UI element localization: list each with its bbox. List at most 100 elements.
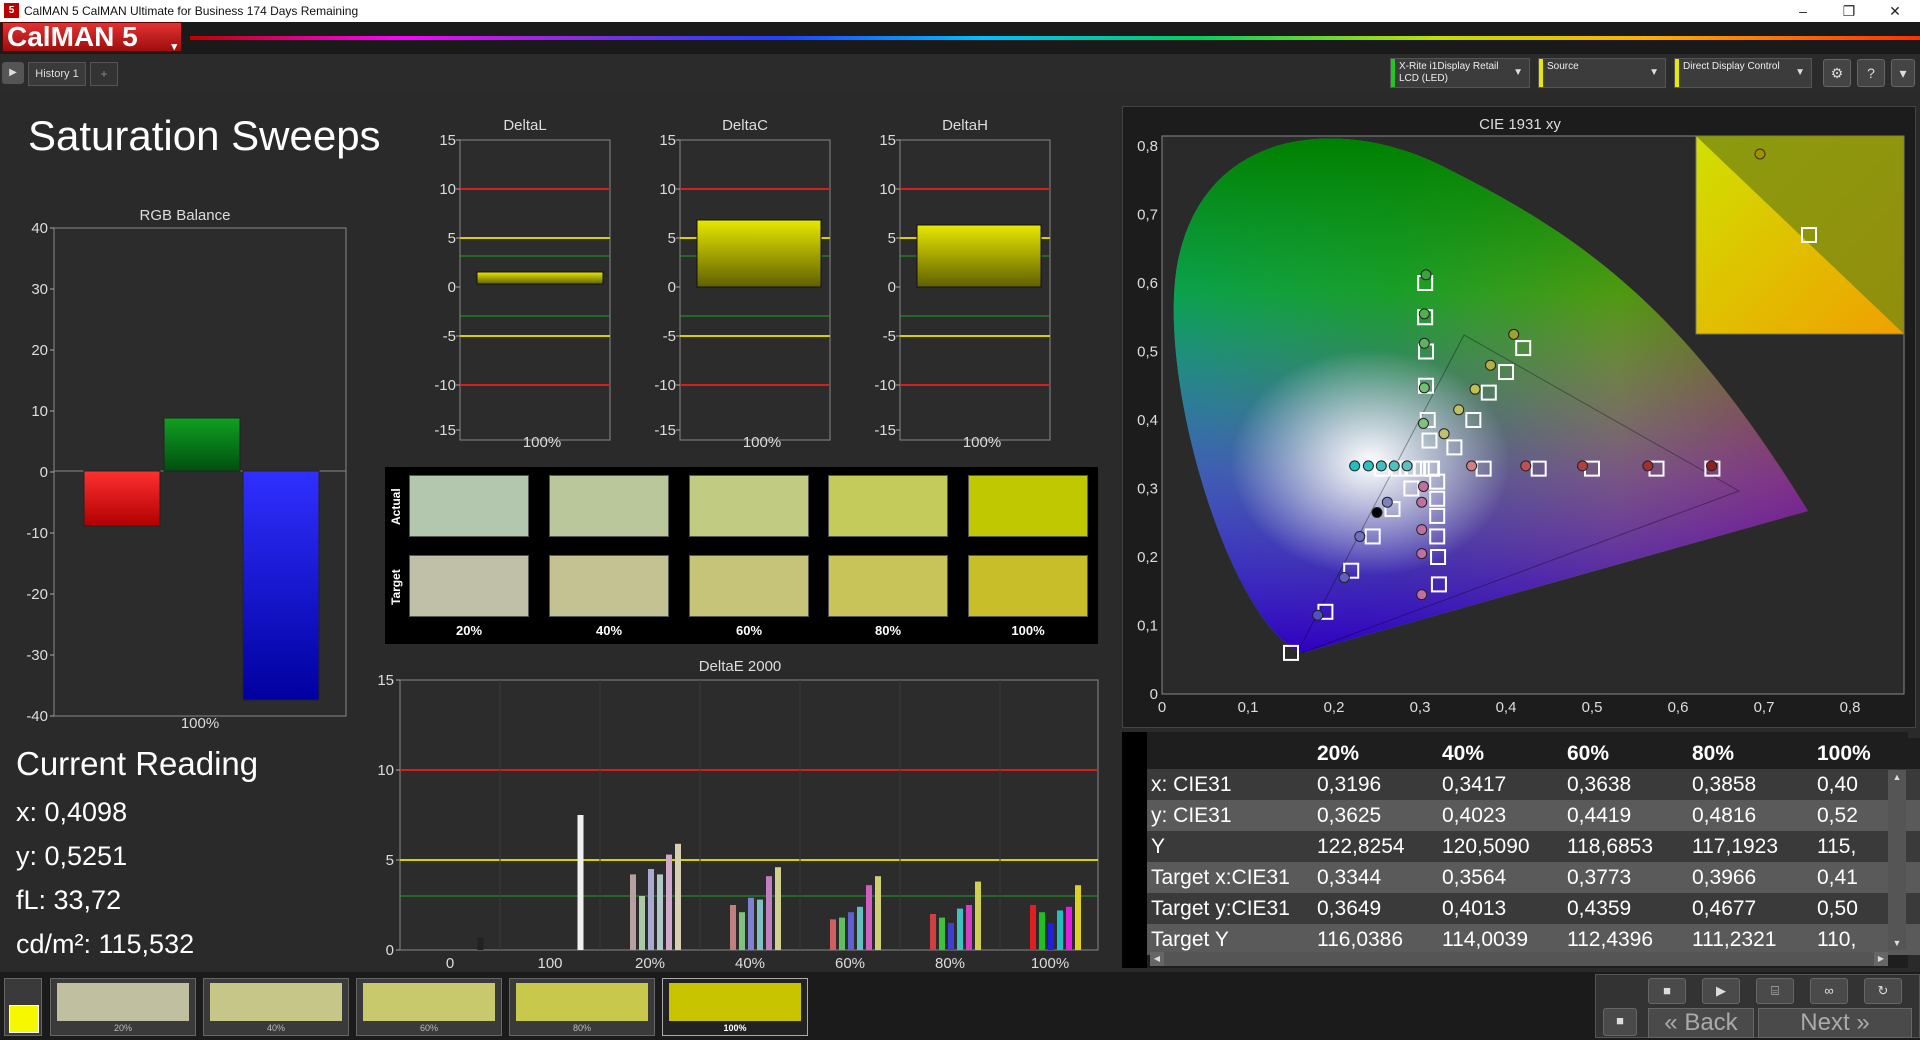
column-header: 60% — [1567, 742, 1610, 765]
calman-window: 5 CalMAN 5 CalMAN Ultimate for Business … — [0, 0, 1920, 1040]
cell-value: 0,4677 — [1692, 897, 1757, 920]
display-control-select[interactable]: Direct Display Control ▼ — [1674, 58, 1812, 88]
cell-value: 117,1923 — [1692, 835, 1779, 858]
patch-label: 20% — [113, 1023, 132, 1033]
cie-ytick-label: 0,8 — [1137, 138, 1158, 155]
cell-value: 0,3417 — [1442, 773, 1507, 796]
delta-ytick-label: -5 — [663, 328, 676, 345]
cie-xtick-label: 0,8 — [1840, 699, 1861, 716]
delta-ytick-label: -10 — [874, 377, 896, 394]
cie-measured-point — [1508, 328, 1520, 340]
patch-label: 80% — [572, 1023, 591, 1033]
deltae-xtick-label: 60% — [835, 955, 865, 972]
delta-panel-2: 15 10 5 0 -5 -10 -15 — [874, 132, 1051, 441]
app-icon: 5 — [4, 3, 19, 18]
rgb-ytick-label: -20 — [26, 586, 48, 603]
row-label: x: CIE31 — [1151, 773, 1232, 796]
window-title: CalMAN 5 CalMAN Ultimate for Business 17… — [24, 4, 359, 18]
delta-ytick-label: -5 — [443, 328, 456, 345]
reading-y: y: 0,5251 — [16, 841, 128, 871]
blue-balance-bar — [242, 470, 320, 701]
table-vertical-scrollbar[interactable] — [1888, 772, 1906, 950]
help-button[interactable]: ? — [1857, 59, 1885, 87]
cie-measured-point — [1417, 417, 1429, 429]
patch-thumbnail[interactable]: 40% — [203, 978, 349, 1036]
color-swatch-panel: Actual Target 20% 40% 60% 80% 100% — [385, 467, 1098, 644]
rgb-ytick-label: 20 — [31, 342, 48, 359]
cie-ytick-label: 0,6 — [1137, 275, 1158, 292]
back-label: Back — [1684, 1009, 1738, 1036]
settings-button[interactable]: ⚙ — [1823, 59, 1851, 87]
stop-icon[interactable]: ■ — [1648, 978, 1686, 1004]
meter-device-select[interactable]: X-Rite i1Display Retail LCD (LED) ▼ — [1390, 58, 1530, 88]
next-button[interactable]: Next » — [1758, 1008, 1912, 1038]
swatch-label: 40% — [595, 623, 623, 638]
patch-thumbnail[interactable]: 60% — [356, 978, 502, 1036]
target-swatch — [549, 555, 669, 617]
table-row: x: CIE31 0,3196 0,3417 0,3638 0,3858 0,40 — [1147, 769, 1920, 800]
table-horizontal-scrollbar[interactable] — [1150, 952, 1888, 966]
play-icon[interactable]: ▶ — [1702, 978, 1740, 1004]
delta-bar — [696, 219, 822, 288]
deltae-bar — [748, 897, 754, 950]
chevron-down-icon: ▼ — [1649, 67, 1659, 78]
refresh-icon[interactable]: ↻ — [1864, 978, 1902, 1004]
cie-measured-point — [1485, 359, 1497, 371]
cell-value: 118,6853 — [1567, 835, 1654, 858]
add-tab-button[interactable]: + — [90, 62, 118, 86]
scroll-right-button[interactable]: ▶ — [1874, 952, 1888, 966]
cie-measured-point — [1577, 460, 1589, 472]
deltae-ytick-label: 0 — [386, 942, 394, 959]
expand-menu-button[interactable]: ▾ — [1891, 59, 1915, 87]
actual-row-label: Actual — [389, 488, 403, 525]
restore-button[interactable]: ❐ — [1826, 0, 1872, 22]
patch-color — [669, 983, 801, 1021]
patch-thumbnail[interactable]: 20% — [50, 978, 196, 1036]
back-button[interactable]: « Back — [1648, 1008, 1754, 1038]
scroll-up-button[interactable]: ▲ — [1888, 770, 1906, 784]
actual-swatch — [409, 475, 529, 537]
save-icon[interactable]: ⌸ — [1756, 978, 1794, 1004]
cell-value: 0,3196 — [1317, 773, 1382, 796]
scroll-left-button[interactable]: ◀ — [1150, 952, 1164, 966]
loop-icon[interactable]: ∞ — [1810, 978, 1848, 1004]
close-button[interactable]: ✕ — [1872, 0, 1918, 22]
delta-ytick-label: 10 — [879, 181, 896, 198]
cell-value: 0,3344 — [1317, 866, 1382, 889]
source-device-select[interactable]: Source ▼ — [1538, 58, 1666, 88]
cie-measured-point — [1375, 460, 1387, 472]
cie-measured-point — [1416, 589, 1428, 601]
deltae-bar — [830, 919, 836, 950]
cie-measured-point — [1381, 496, 1393, 508]
cie-xtick-label: 0,4 — [1496, 699, 1517, 716]
cell-value: 120,5090 — [1442, 835, 1530, 858]
stop-button[interactable]: ■ — [1603, 1008, 1637, 1036]
minimize-button[interactable]: – — [1780, 0, 1826, 22]
column-header: 40% — [1442, 742, 1485, 765]
play-icon[interactable]: ▶ — [2, 62, 24, 84]
cell-value: 0,3966 — [1692, 866, 1757, 889]
delta-ytick-label: -15 — [874, 422, 896, 439]
rgb-balance-xlabel: 100% — [180, 715, 220, 732]
scroll-down-button[interactable]: ▼ — [1888, 936, 1906, 950]
patch-color — [57, 983, 189, 1021]
delta-lch-charts: 15 10 5 0 -5 -10 -15 15 10 5 0 -5 -10 -15 15 10 5 0 -5 -10 -… — [434, 132, 1051, 441]
patch-thumbnail[interactable]: 100% — [662, 978, 808, 1036]
calman-menu-button[interactable]: CalMAN 5 ▾ — [2, 21, 182, 53]
brand-label: CalMAN 5 — [7, 21, 138, 52]
delta-ytick-label: 0 — [888, 279, 896, 296]
deltae-xtick-label: 100% — [1031, 955, 1069, 972]
delta-ytick-label: 0 — [448, 279, 456, 296]
table-row-header-strip — [1122, 732, 1147, 968]
actual-swatch — [549, 475, 669, 537]
patch-thumbnail[interactable]: 80% — [509, 978, 655, 1036]
cell-value: 0,3773 — [1567, 866, 1632, 889]
deltae-bar — [866, 885, 872, 950]
source-status-indicator — [1539, 59, 1543, 87]
cie-ytick-label: 0,3 — [1137, 481, 1158, 498]
tab-history-1[interactable]: History 1 — [28, 62, 86, 86]
cie-measured-point — [1706, 460, 1718, 472]
cell-value: 111,2321 — [1692, 928, 1777, 951]
cie-measured-point — [1388, 460, 1400, 472]
cie-measured-point — [1418, 337, 1430, 349]
